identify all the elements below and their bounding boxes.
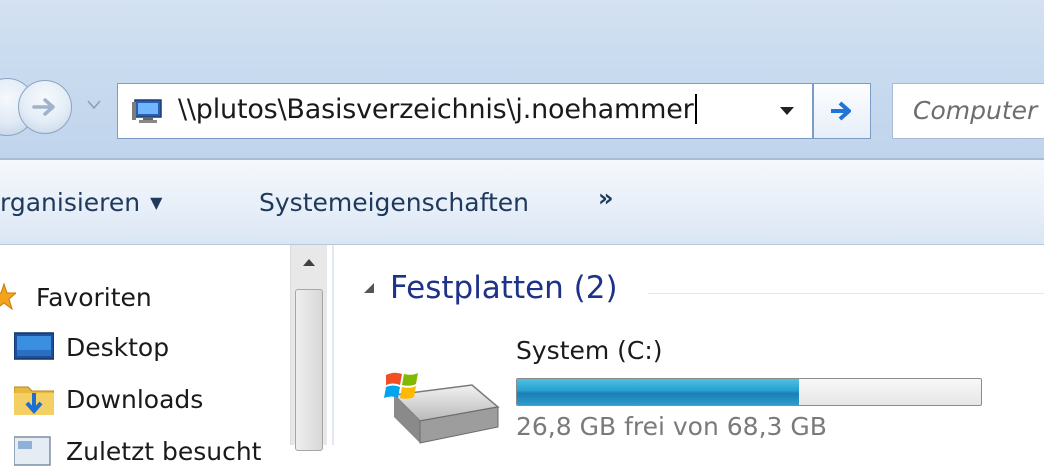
scroll-up-button[interactable] xyxy=(291,245,327,279)
caret-down-icon: ▼ xyxy=(150,193,163,212)
search-placeholder: Computer xyxy=(913,96,1038,125)
desktop-icon xyxy=(14,332,54,360)
navigation-scrollbar[interactable] xyxy=(290,245,327,451)
scroll-thumb[interactable] xyxy=(295,289,323,451)
go-button[interactable] xyxy=(813,83,871,139)
arrow-right-icon xyxy=(831,101,851,121)
downloads-folder-icon xyxy=(14,386,54,415)
forward-button[interactable] xyxy=(18,80,72,134)
chevron-down-icon xyxy=(87,100,101,110)
sidebar-item-recent[interactable]: Zuletzt besucht xyxy=(14,429,261,473)
group-title: Festplatten (2) xyxy=(390,270,618,306)
chevron-down-icon xyxy=(780,107,794,115)
address-bar[interactable]: \\plutos\Basisverzeichnis\j.noehammer xyxy=(117,83,813,139)
group-separator-line xyxy=(648,293,1044,294)
arrow-right-icon xyxy=(32,98,55,116)
drive-usage-fill xyxy=(517,379,800,405)
address-path[interactable]: \\plutos\Basisverzeichnis\j.noehammer xyxy=(178,94,697,125)
drive-free-space: 26,8 GB frei von 68,3 GB xyxy=(516,412,827,441)
collapse-triangle-icon[interactable] xyxy=(362,281,376,295)
pane-divider[interactable] xyxy=(332,245,334,445)
star-icon xyxy=(0,282,16,311)
drive-usage-bar xyxy=(516,378,982,406)
computer-icon xyxy=(132,99,162,123)
system-properties-button[interactable]: Systemeigenschaften xyxy=(259,188,529,217)
text-caret xyxy=(694,94,697,124)
sidebar-item-label: Desktop xyxy=(66,332,170,362)
sidebar-item-label: Favoriten xyxy=(36,282,152,312)
navigation-pane: Favoriten Desktop Downloads Zuletzt besu… xyxy=(0,245,334,466)
command-bar: rganisieren ▼ Systemeigenschaften » xyxy=(0,160,1044,245)
organize-button[interactable]: rganisieren ▼ xyxy=(0,188,162,217)
search-input[interactable]: Computer xyxy=(892,83,1044,139)
hard-drive-icon[interactable] xyxy=(380,365,500,445)
organize-label: rganisieren xyxy=(0,188,141,217)
more-commands-button[interactable]: » xyxy=(598,184,614,212)
window-frame: \\plutos\Basisverzeichnis\j.noehammer Co… xyxy=(0,0,1044,160)
drive-label[interactable]: System (C:) xyxy=(516,336,663,365)
group-header-drives[interactable]: Festplatten (2) xyxy=(362,270,618,306)
sidebar-item-favorites[interactable]: Favoriten xyxy=(0,275,152,319)
sidebar-item-label: Downloads xyxy=(66,384,204,414)
recent-places-icon xyxy=(14,436,51,466)
address-history-dropdown[interactable] xyxy=(762,84,812,138)
sidebar-item-downloads[interactable]: Downloads xyxy=(14,377,203,421)
triangle-up-icon xyxy=(303,259,315,266)
recent-pages-dropdown[interactable] xyxy=(86,98,102,112)
sidebar-item-label: Zuletzt besucht xyxy=(66,436,262,466)
sidebar-item-desktop[interactable]: Desktop xyxy=(14,325,169,369)
